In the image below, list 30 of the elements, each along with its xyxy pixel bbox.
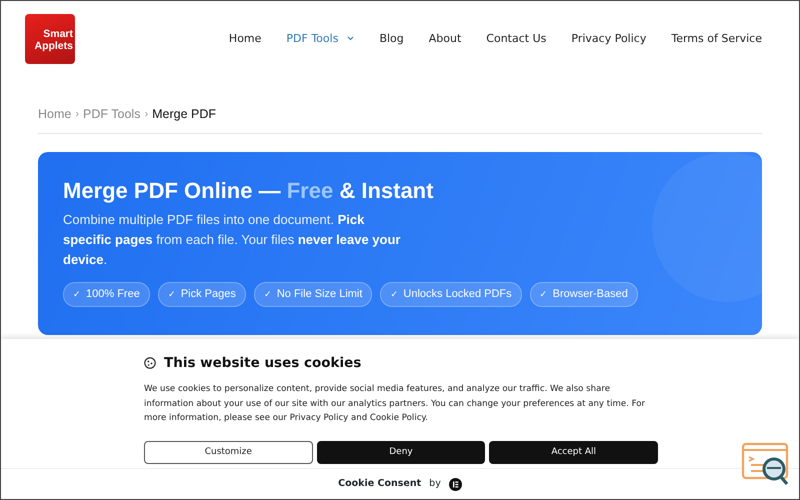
feature-tag: ✓ Unlocks Locked PDFs: [380, 282, 522, 307]
brand-icon: [448, 478, 462, 490]
cookie-title: This website uses cookies: [164, 354, 362, 373]
cookie-consent-label: Cookie Consent: [338, 476, 422, 491]
hero-description: Combine multiple PDF files into one document. Pick specific pages from each file. Your files never leave your device.: [63, 211, 402, 270]
cookie-icon: [144, 357, 156, 370]
page-search-icon[interactable]: [741, 442, 791, 487]
cookie-button[interactable]: Accept All: [489, 440, 658, 464]
breadcrumb-link[interactable]: Home: [38, 105, 72, 124]
nav-link[interactable]: Privacy Policy: [571, 30, 646, 48]
breadcrumb-separator: ›: [75, 107, 80, 122]
feature-tag: ✓ Pick Pages: [158, 282, 246, 307]
by-text: by: [429, 476, 441, 491]
hero-title: Merge PDF Online — Free & Instant: [63, 178, 434, 204]
cookie-text: We use cookies to personalize content, provide social media features, and analyze our traffic. We also share information about your use of our site with our analytics partners. You can change your preferences at any time. For more information, please see our Privacy Policy and Cookie Policy.: [144, 383, 646, 426]
cookie-button[interactable]: Deny: [316, 440, 486, 464]
cookie-button[interactable]: Customize: [144, 440, 313, 464]
logo[interactable]: Smart Applets: [25, 14, 75, 64]
nav-link[interactable]: Home: [228, 30, 262, 48]
breadcrumb-separator: ›: [144, 107, 148, 122]
nav-link[interactable]: Terms of Service: [671, 30, 762, 48]
nav-link[interactable]: PDF Tools: [286, 30, 354, 48]
nav-link[interactable]: About: [428, 30, 462, 48]
feature-tag: ✓ Browser-Based: [530, 282, 638, 307]
feature-tag: ✓ No File Size Limit: [254, 282, 372, 307]
nav-link[interactable]: Blog: [379, 30, 404, 48]
chevron-down-icon: [347, 36, 354, 42]
nav-link[interactable]: Contact Us: [486, 30, 546, 48]
breadcrumb-link[interactable]: PDF Tools: [83, 105, 140, 124]
feature-tag: ✓ 100% Free: [63, 282, 150, 307]
